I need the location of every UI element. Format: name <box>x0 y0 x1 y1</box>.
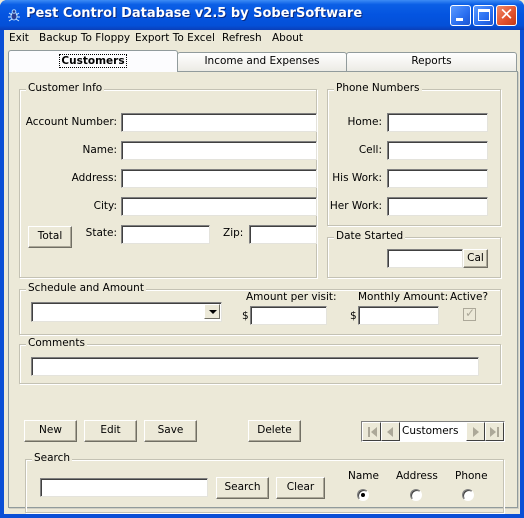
phone-numbers-group: Phone Numbers Home: Cell: His Work: Her … <box>327 82 501 226</box>
tab-reports[interactable]: Reports <box>346 52 517 71</box>
cell-phone-label: Cell: <box>358 144 382 156</box>
comments-title: Comments <box>26 337 87 349</box>
city-input[interactable] <box>121 197 317 216</box>
window-title: Pest Control Database v2.5 by SoberSoftw… <box>26 6 363 21</box>
city-label: City: <box>93 200 117 212</box>
comments-group: Comments <box>19 337 501 384</box>
her-work-label: Her Work: <box>329 200 382 212</box>
search-by-address-radio[interactable] <box>410 489 422 501</box>
new-button[interactable]: New <box>24 420 77 442</box>
record-navigator: Customers <box>361 421 505 442</box>
tab-strip: Customers Income and Expenses Reports <box>4 50 520 72</box>
search-by-phone-radio[interactable] <box>462 489 474 501</box>
date-started-group: Date Started Cal <box>327 230 501 278</box>
next-record-icon <box>473 427 479 437</box>
total-button[interactable]: Total <box>28 226 72 248</box>
calendar-button[interactable]: Cal <box>463 249 488 268</box>
chevron-down-icon[interactable] <box>204 304 220 319</box>
minimize-button[interactable] <box>450 5 471 26</box>
menu-bar: Exit Backup To Floppy Export To Excel Re… <box>4 30 520 49</box>
tab-income-label: Income and Expenses <box>204 55 320 67</box>
search-group: Search Search Clear Name Address Phone <box>25 452 504 513</box>
schedule-and-amount-group: Schedule and Amount Amount per visit: $ … <box>19 282 501 335</box>
comments-input[interactable] <box>31 357 479 376</box>
menu-backup-to-floppy[interactable]: Backup To Floppy <box>39 32 130 44</box>
active-checkbox[interactable] <box>463 306 476 321</box>
tab-income-and-expenses[interactable]: Income and Expenses <box>177 52 347 71</box>
close-icon: ✕ <box>499 5 514 25</box>
bug-icon <box>8 9 20 22</box>
menu-refresh[interactable]: Refresh <box>222 32 262 44</box>
date-started-input[interactable] <box>387 249 463 268</box>
name-label: Name: <box>82 144 117 156</box>
address-input[interactable] <box>121 169 317 188</box>
amount-per-visit-input[interactable] <box>250 306 327 325</box>
phone-numbers-title: Phone Numbers <box>334 82 422 94</box>
account-number-input[interactable] <box>121 113 317 132</box>
tab-customers-label: Customers <box>59 54 127 68</box>
menu-export-to-excel[interactable]: Export To Excel <box>135 32 215 44</box>
search-by-address-label: Address <box>396 470 438 482</box>
search-by-name-radio[interactable] <box>357 489 369 501</box>
minimize-icon <box>456 18 463 21</box>
last-record-button[interactable] <box>485 422 504 441</box>
her-work-input[interactable] <box>387 197 488 216</box>
previous-record-button[interactable] <box>381 422 400 441</box>
state-label: State: <box>85 227 117 239</box>
zip-label: Zip: <box>223 227 244 239</box>
monthly-amount-currency: $ <box>350 310 357 322</box>
search-button[interactable]: Search <box>216 477 269 499</box>
date-started-title: Date Started <box>334 230 406 242</box>
search-input[interactable] <box>40 478 208 497</box>
his-work-input[interactable] <box>387 169 488 188</box>
title-bar[interactable]: Pest Control Database v2.5 by SoberSoftw… <box>0 0 524 30</box>
schedule-title: Schedule and Amount <box>26 282 146 294</box>
amount-per-visit-currency: $ <box>242 310 249 322</box>
maximize-icon <box>478 9 490 21</box>
client-area: Exit Backup To Floppy Export To Excel Re… <box>4 30 520 514</box>
name-input[interactable] <box>121 141 317 160</box>
next-record-button[interactable] <box>466 422 485 441</box>
search-title: Search <box>32 452 73 464</box>
active-label: Active? <box>450 291 489 303</box>
delete-button[interactable]: Delete <box>248 420 301 442</box>
edit-button[interactable]: Edit <box>84 420 137 442</box>
first-record-button[interactable] <box>362 422 381 441</box>
address-label: Address: <box>71 172 117 184</box>
his-work-label: His Work: <box>332 172 382 184</box>
previous-record-icon <box>387 427 393 437</box>
cell-phone-input[interactable] <box>387 141 488 160</box>
monthly-amount-label: Monthly Amount: <box>358 291 449 303</box>
last-record-icon <box>490 427 499 437</box>
state-input[interactable] <box>121 225 210 244</box>
clear-button[interactable]: Clear <box>276 477 325 499</box>
tab-customers[interactable]: Customers <box>8 50 178 72</box>
tab-reports-label: Reports <box>411 55 452 67</box>
zip-input[interactable] <box>249 225 317 244</box>
account-number-label: Account Number: <box>25 116 117 128</box>
first-record-icon <box>368 427 377 437</box>
app-window: Pest Control Database v2.5 by SoberSoftw… <box>0 0 524 518</box>
maximize-button[interactable] <box>473 5 494 26</box>
monthly-amount-input[interactable] <box>358 306 439 325</box>
close-button[interactable]: ✕ <box>496 5 517 26</box>
navigator-label: Customers <box>402 425 459 437</box>
customers-panel: Customer Info Account Number: Name: Addr… <box>8 71 518 513</box>
customer-info-group: Customer Info Account Number: Name: Addr… <box>19 82 317 278</box>
customer-info-title: Customer Info <box>26 82 105 94</box>
home-phone-input[interactable] <box>387 113 488 132</box>
home-phone-label: Home: <box>347 116 382 128</box>
amount-per-visit-label: Amount per visit: <box>246 291 337 303</box>
schedule-dropdown[interactable] <box>31 302 222 322</box>
search-by-phone-label: Phone <box>455 470 488 482</box>
menu-about[interactable]: About <box>272 32 303 44</box>
save-button[interactable]: Save <box>144 420 197 442</box>
search-by-name-label: Name <box>348 470 379 482</box>
menu-exit[interactable]: Exit <box>9 32 29 44</box>
